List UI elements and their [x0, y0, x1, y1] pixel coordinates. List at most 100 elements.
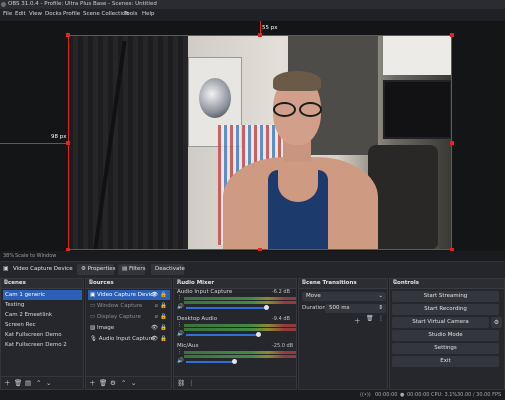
dock-menu-icon[interactable]: ⧉ [302, 279, 384, 286]
scene-item[interactable]: Cam 1 generic [3, 290, 82, 300]
selected-source-name: Video Capture Device [13, 266, 73, 272]
eye-closed-icon[interactable]: ⌀ [155, 301, 158, 311]
channel-menu-icon[interactable]: ⋮ [177, 322, 182, 328]
menu-tools[interactable]: Tools [124, 11, 138, 17]
start-virtual-camera-button[interactable]: Start Virtual Camera [392, 317, 489, 328]
window-icon: ▭ [90, 303, 97, 309]
image-icon: ▨ [90, 325, 97, 331]
link-icon[interactable]: ⛓ [177, 379, 185, 387]
volume-fader[interactable] [186, 334, 258, 336]
person-glasses [271, 102, 323, 117]
source-item[interactable]: ▭ Display Capture ⌀ 🔒 [88, 312, 170, 322]
exit-button[interactable]: Exit [392, 356, 499, 367]
mixer-menu-icon[interactable]: ⋮ [188, 379, 195, 387]
source-item[interactable]: ▭ Window Capture ⌀ 🔒 [88, 301, 170, 311]
transition-selected: Move [306, 293, 321, 299]
deactivate-button[interactable]: Deactivate [151, 264, 185, 275]
volume-knob[interactable] [256, 332, 261, 337]
eye-icon[interactable]: 👁 [151, 323, 158, 333]
menu-bar: File Edit View Docks Profile Scene Colle… [0, 9, 505, 21]
volume-fader[interactable] [186, 361, 234, 363]
menu-scene-collection[interactable]: Scene Collection [83, 11, 129, 17]
person-hair [273, 71, 321, 91]
eye-icon[interactable]: 👁 [151, 334, 158, 344]
background-monitor [383, 80, 452, 139]
resize-handle-right[interactable] [450, 141, 454, 145]
volume-knob[interactable] [232, 359, 237, 364]
lock-icon[interactable]: 🔒 [160, 312, 167, 322]
settings-button[interactable]: Settings [392, 343, 499, 354]
scene-item[interactable]: Screen Rec [3, 320, 82, 330]
transition-select[interactable]: Move ⌄ [302, 292, 386, 301]
lock-icon[interactable]: 🔒 [160, 323, 167, 333]
channel-menu-icon[interactable]: ⋮ [177, 295, 182, 301]
speaker-icon[interactable]: 🔊 [177, 304, 184, 310]
add-source-icon[interactable]: ＋ [89, 379, 96, 387]
start-streaming-button[interactable]: Start Streaming [392, 291, 499, 302]
dock-menu-icon[interactable]: ⧉ [177, 279, 293, 286]
filter-icon[interactable]: ▤ [25, 379, 31, 387]
start-recording-button[interactable]: Start Recording [392, 304, 499, 315]
eye-closed-icon[interactable]: ⌀ [155, 312, 158, 322]
move-up-icon[interactable]: ⌃ [121, 379, 126, 387]
add-scene-icon[interactable]: ＋ [4, 379, 11, 387]
remove-transition-icon[interactable]: 🗑 [366, 315, 374, 322]
resize-handle-top-left[interactable] [66, 33, 70, 37]
scene-item[interactable]: Kat Fullscreen Demo 2 [3, 340, 82, 350]
volume-meter [184, 301, 296, 304]
resize-handle-left[interactable] [66, 141, 70, 145]
source-item[interactable]: ▨ Image 👁 🔒 [88, 323, 170, 333]
menu-docks[interactable]: Docks [45, 11, 62, 17]
channel-menu-icon[interactable]: ⋮ [177, 349, 182, 355]
lock-icon[interactable]: 🔒 [160, 334, 167, 344]
dock-menu-icon[interactable]: ⧉ [4, 279, 80, 286]
menu-view[interactable]: View [29, 11, 42, 17]
resize-handle-top[interactable] [258, 33, 262, 37]
move-down-icon[interactable]: ⌄ [46, 379, 51, 387]
properties-button[interactable]: ⚙ Properties [77, 264, 115, 275]
add-transition-icon[interactable]: ＋ [354, 315, 361, 325]
scene-item[interactable]: Cam 2 Emeetlink [3, 310, 82, 320]
scene-item[interactable]: Testing [3, 300, 82, 310]
menu-profile[interactable]: Profile [63, 11, 80, 17]
menu-file[interactable]: File [3, 11, 12, 17]
volume-meter [184, 355, 296, 358]
duration-input[interactable]: 500 ms ⇕ [325, 304, 386, 313]
filters-button[interactable]: ▤ Filters [118, 264, 145, 275]
dock-menu-icon[interactable]: ⧉ [393, 279, 501, 286]
webcam-video-frame[interactable] [68, 35, 452, 250]
source-item-label: Video Capture Device [96, 292, 157, 298]
studio-mode-button[interactable]: Studio Mode [392, 330, 499, 341]
source-item[interactable]: 🎙 Audio Input Capture 👁 🔒 [88, 334, 170, 344]
scene-transitions-dock: Scene Transitions ⧉ Move ⌄ Duration 500 m… [298, 278, 388, 390]
speaker-icon[interactable]: 🔊 [177, 331, 184, 337]
dock-menu-icon[interactable]: ⧉ [89, 279, 168, 286]
source-item[interactable]: ▣ Video Capture Device 👁 🔒 [88, 290, 170, 300]
remove-scene-icon[interactable]: 🗑 [14, 379, 22, 387]
left-distance-guide [0, 143, 68, 144]
channel-name: Audio Input Capture [177, 289, 233, 295]
lock-icon[interactable]: 🔒 [160, 290, 167, 300]
person [223, 71, 378, 250]
resize-handle-top-right[interactable] [450, 33, 454, 37]
menu-help[interactable]: Help [142, 11, 155, 17]
lock-icon[interactable]: 🔒 [160, 301, 167, 311]
volume-knob[interactable] [264, 305, 269, 310]
move-up-icon[interactable]: ⌃ [36, 379, 41, 387]
scene-item[interactable]: Kat Fullscreen Demo [3, 330, 82, 340]
volume-fader[interactable] [186, 307, 266, 309]
gear-icon[interactable]: ⚙ [110, 379, 116, 387]
sources-footer: ＋ 🗑 ⚙ ⌃ ⌄ [86, 376, 171, 389]
transition-menu-icon[interactable]: ⋮ [378, 315, 384, 322]
zoom-percent[interactable]: 38% [3, 253, 14, 259]
remove-source-icon[interactable]: 🗑 [99, 379, 107, 387]
eye-icon[interactable]: 👁 [151, 290, 158, 300]
move-down-icon[interactable]: ⌄ [131, 379, 136, 387]
virtual-camera-settings-icon[interactable]: ⚙ [491, 317, 502, 328]
obs-logo-icon [1, 2, 6, 7]
speaker-icon[interactable]: 🔊 [177, 358, 184, 364]
menu-edit[interactable]: Edit [15, 11, 26, 17]
source-item-label: Display Capture [96, 314, 141, 320]
zoom-mode[interactable]: Scale to Window [15, 253, 56, 259]
poster-sphere [199, 78, 231, 118]
